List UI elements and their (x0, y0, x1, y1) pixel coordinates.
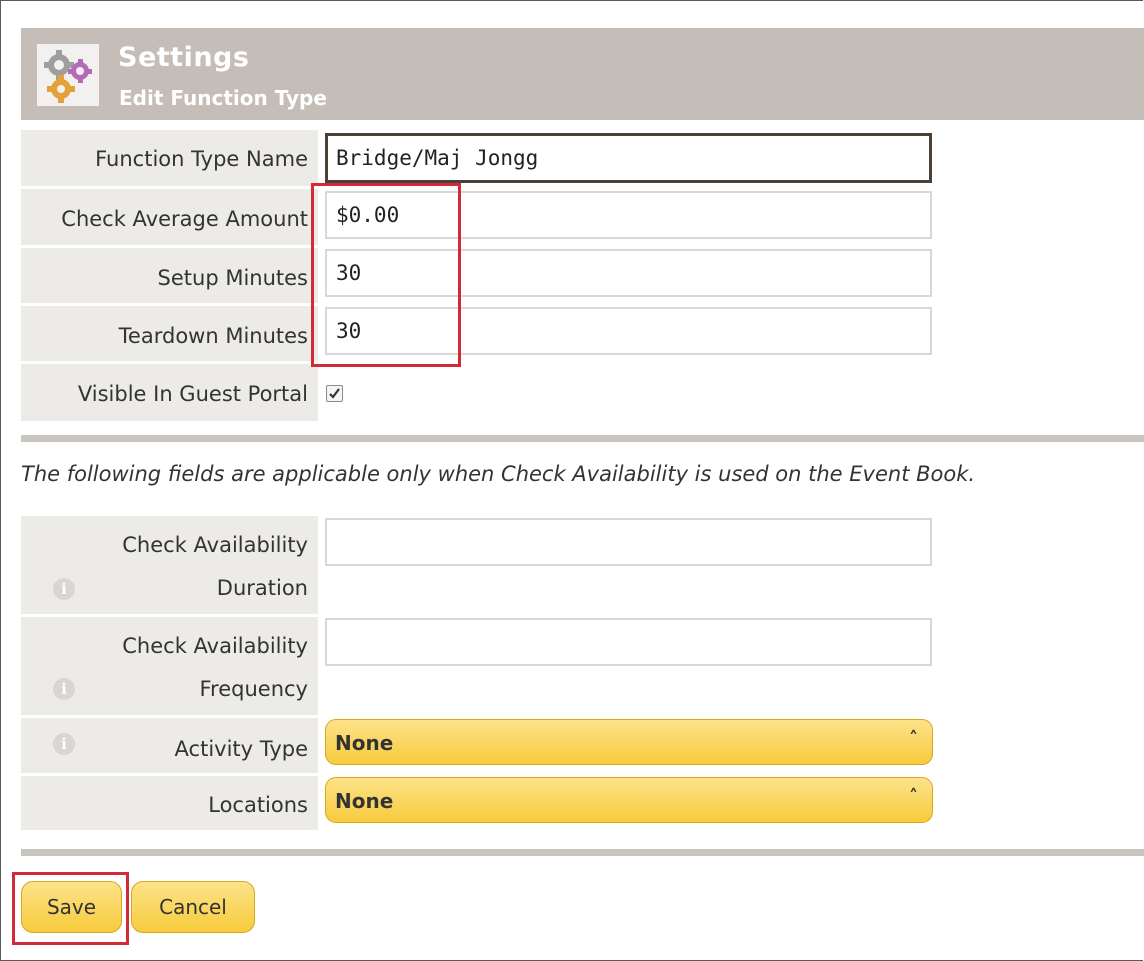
locations-select[interactable]: None ˄ (325, 777, 933, 823)
cancel-button[interactable]: Cancel (131, 881, 255, 933)
chevron-up-icon: ˄ (909, 728, 918, 749)
activity-type-select[interactable]: None ˄ (325, 719, 933, 765)
activity-type-value: None (335, 731, 394, 755)
setup-minutes-label-cell: Setup Minutes (21, 248, 318, 303)
settings-header: Settings Edit Function Type (21, 28, 1144, 120)
footer-divider (21, 849, 1144, 856)
checkmark-icon (329, 388, 340, 399)
page-title: Settings (118, 42, 250, 73)
visible-in-guest-portal-label-cell: Visible In Guest Portal (21, 364, 318, 421)
duration-label-line1: Check Availability (122, 533, 308, 557)
function-type-name-input[interactable] (325, 133, 932, 183)
info-icon[interactable]: i (53, 678, 75, 700)
frequency-label-line2: Frequency (199, 677, 309, 701)
check-availability-frequency-input[interactable] (325, 618, 932, 666)
function-type-name-label-cell: Function Type Name (21, 130, 318, 186)
teardown-minutes-label: Teardown Minutes (118, 324, 308, 348)
locations-label-cell: Locations (21, 776, 318, 830)
page-subtitle: Edit Function Type (119, 86, 327, 110)
activity-type-label: Activity Type (174, 737, 308, 761)
frequency-label-line1: Check Availability (122, 634, 308, 658)
visible-in-guest-portal-label: Visible In Guest Portal (77, 382, 308, 406)
highlight-box-fields (311, 183, 461, 367)
gears-icon (37, 44, 99, 106)
availability-note: The following fields are applicable only… (21, 462, 976, 486)
check-availability-duration-input[interactable] (325, 518, 932, 566)
check-availability-frequency-label-cell: i Check Availability Frequency (21, 617, 318, 715)
check-average-amount-label: Check Average Amount (61, 207, 308, 231)
info-icon[interactable]: i (53, 733, 75, 755)
setup-minutes-label: Setup Minutes (157, 266, 308, 290)
highlight-box-save (12, 872, 129, 945)
chevron-up-icon: ˄ (909, 786, 918, 807)
check-average-amount-label-cell: Check Average Amount (21, 189, 318, 245)
locations-label: Locations (208, 793, 308, 817)
info-icon[interactable]: i (53, 578, 75, 600)
check-availability-duration-label-cell: i Check Availability Duration (21, 516, 318, 614)
duration-label-line2: Duration (216, 576, 308, 600)
section-divider (21, 435, 1144, 442)
teardown-minutes-label-cell: Teardown Minutes (21, 306, 318, 361)
visible-in-guest-portal-checkbox[interactable] (326, 385, 343, 402)
locations-value: None (335, 789, 394, 813)
activity-type-label-cell: i Activity Type (21, 718, 318, 773)
function-type-name-label: Function Type Name (95, 147, 308, 171)
